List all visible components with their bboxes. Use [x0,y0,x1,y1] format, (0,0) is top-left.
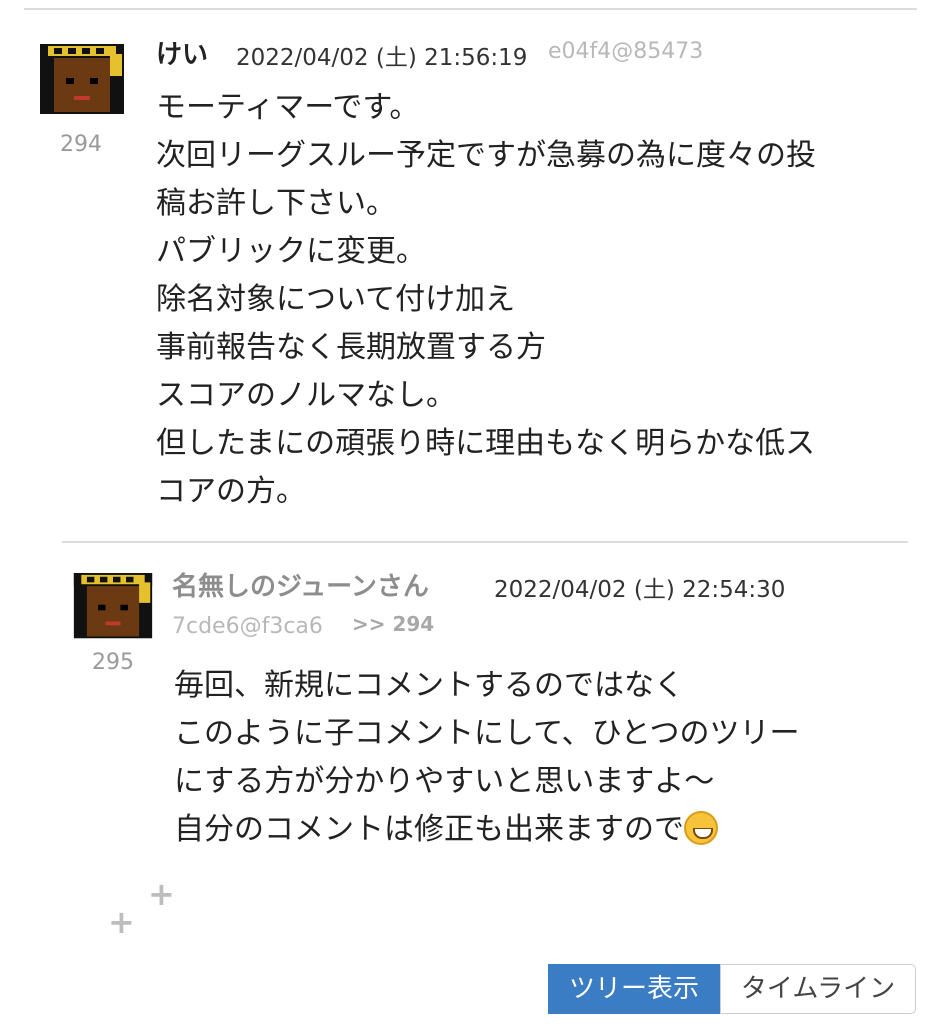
tree-view-button[interactable]: ツリー表示 [548,964,720,1014]
reply-divider [62,541,908,543]
comment-line: 毎回、新規にコメントするのではなく [174,668,684,703]
expand-plus-icon[interactable]: + [108,906,135,938]
comment-number: 295 [92,650,134,675]
author-name[interactable]: 名無しのジューンさん [172,566,429,603]
comment-line: スコアのノルマなし。 [156,378,456,413]
user-id: 7cde6@f3ca6 [172,614,323,639]
comment-line: このように子コメントにして、ひとつのツリー [174,716,800,751]
comment-line: 除名対象について付け加え [156,282,516,317]
author-name[interactable]: けい [156,34,208,71]
comment-line: 事前報告なく長期放置する方 [156,330,546,365]
comment-line: モーティマーです。 [156,90,420,125]
expand-plus-icon[interactable]: + [148,878,175,910]
post-datetime: 2022/04/02 (土) 22:54:30 [494,577,786,603]
comment-number: 294 [60,132,102,157]
timeline-view-button[interactable]: タイムライン [720,964,916,1014]
comment-line: 自分のコメントは修正も出来ますので [174,806,800,854]
grinning-face-icon [684,811,718,845]
comment-line: 稿お許し下さい。 [156,186,396,221]
comment-body: モーティマーです。 次回リーグスルー予定ですが急募の為に度々の投 稿お許し下さい… [156,84,816,516]
comment-line: にする方が分かりやすいと思いますよ〜 [174,764,715,799]
comment-line: 但したまにの頑張り時に理由もなく明らかな低ス [156,426,816,461]
post-datetime: 2022/04/02 (土) 21:56:19 [236,45,528,71]
user-avatar[interactable] [34,30,130,118]
comment-line: パブリックに変更。 [156,234,426,269]
top-divider [24,8,917,10]
reply-to-link[interactable]: >> 294 [352,612,434,636]
comment-line-text: 自分のコメントは修正も出来ますので [174,812,684,847]
comment-line: 次回リーグスルー予定ですが急募の為に度々の投 [156,138,816,173]
comment-body: 毎回、新規にコメントするのではなく このように子コメントにして、ひとつのツリー … [174,662,800,854]
user-avatar[interactable] [68,560,158,642]
comment-line: コアの方。 [156,474,306,509]
user-id: e04f4@85473 [548,39,704,64]
